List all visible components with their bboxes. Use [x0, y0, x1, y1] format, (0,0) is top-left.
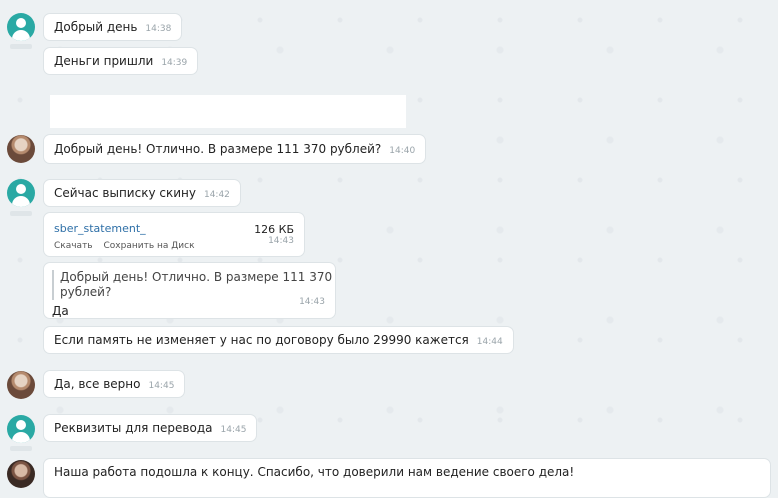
message-bubble[interactable]: Наша работа подошла к концу. Спасибо, чт… [43, 458, 771, 498]
message-text: Сейчас выписку скину [54, 186, 196, 200]
message-bubble[interactable]: Добрый день 14:38 [43, 13, 183, 41]
message-bubble[interactable]: Да, все верно 14:45 [43, 370, 186, 398]
contact-photo-avatar[interactable] [7, 460, 35, 488]
message-bubble[interactable]: Добрый день! Отлично. В размере 111 370 … [43, 134, 427, 164]
message-time: 14:45 [148, 381, 175, 391]
reply-message[interactable]: Добрый день! Отлично. В размере 111 370 … [43, 262, 336, 319]
message-time: 14:44 [476, 337, 503, 347]
message-time: 14:39 [161, 58, 188, 68]
message-text: Да, все верно [54, 377, 141, 391]
contact-photo-avatar[interactable] [7, 135, 35, 163]
message-text: Добрый день [54, 20, 138, 34]
file-actions: Скачать Сохранить на Диск [54, 239, 294, 254]
message-text: Добрый день! Отлично. В размере 111 370 … [54, 142, 382, 156]
message-text: Да [52, 304, 69, 318]
file-attachment[interactable]: sber_statement_ 126 КБ Скачать Сохранить… [43, 212, 305, 257]
avatar-placeholder [10, 446, 32, 451]
message-bubble[interactable]: Деньги пришли 14:39 [43, 47, 199, 75]
avatar-torso [12, 196, 30, 207]
avatar-torso [12, 432, 30, 443]
save-to-disk-link[interactable]: Сохранить на Диск [104, 241, 195, 251]
quoted-message: Добрый день! Отлично. В размере 111 370 … [52, 270, 340, 300]
message-time: 14:43 [268, 236, 294, 246]
avatar-head [16, 184, 26, 194]
avatar-head [16, 18, 26, 28]
message-time: 14:40 [389, 146, 416, 156]
message-time: 14:43 [299, 297, 325, 307]
redacted-area [50, 95, 406, 128]
message-text: Деньги пришли [54, 54, 154, 68]
avatar-head [16, 420, 26, 430]
message-time: 14:38 [145, 24, 172, 34]
message-bubble[interactable]: Если память не изменяет у нас по договор… [43, 326, 514, 354]
user-avatar-icon[interactable] [7, 179, 35, 207]
message-text: Реквизиты для перевода [54, 421, 213, 435]
message-bubble[interactable]: Сейчас выписку скину 14:42 [43, 179, 241, 207]
message-time: 14:42 [203, 190, 230, 200]
message-bubble[interactable]: Реквизиты для перевода 14:45 [43, 414, 258, 442]
avatar-placeholder [10, 44, 32, 49]
message-text: Наша работа подошла к концу. Спасибо, чт… [54, 465, 575, 479]
download-link[interactable]: Скачать [54, 241, 93, 251]
user-avatar-icon[interactable] [7, 13, 35, 41]
user-avatar-icon[interactable] [7, 415, 35, 443]
contact-photo-avatar[interactable] [7, 371, 35, 399]
avatar-placeholder [10, 211, 32, 216]
message-text: Если память не изменяет у нас по договор… [54, 333, 469, 347]
avatar-torso [12, 30, 30, 41]
message-time: 14:45 [220, 425, 247, 435]
